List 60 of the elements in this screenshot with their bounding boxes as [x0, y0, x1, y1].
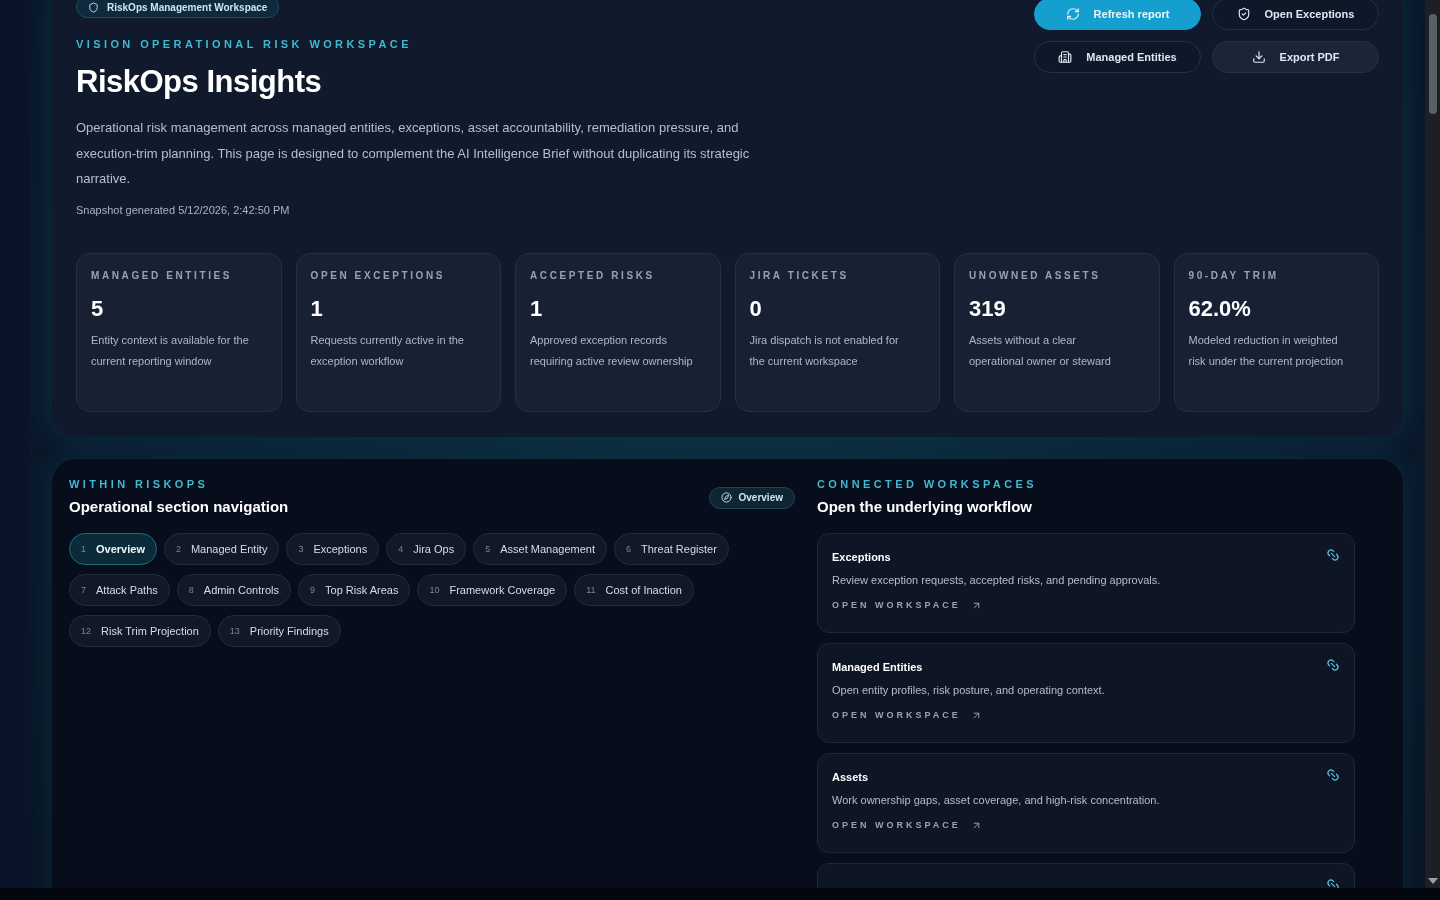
open-workspace-link[interactable]: OPEN WORKSPACE [832, 599, 982, 611]
stat-label: JIRA TICKETS [749, 269, 850, 281]
section-title: Operational section navigation [69, 497, 289, 515]
workspace-description: Work ownership gaps, asset coverage, and high-risk concentration. [832, 793, 1161, 806]
section-nav-item[interactable]: 6 Threat Register [614, 532, 729, 565]
snapshot-timestamp: Snapshot generated 5/12/2026, 2:42:50 PM [76, 203, 290, 216]
badge-label: RiskOps Management Workspace [107, 1, 268, 13]
section-nav-item[interactable]: 2 Managed Entity [163, 532, 280, 565]
section-nav-item[interactable]: 7 Attack Paths [69, 573, 170, 606]
workspace-title: Managed Entities [832, 660, 923, 673]
scrollbar[interactable] [1425, 0, 1440, 888]
stat-label: OPEN EXCEPTIONS [310, 269, 447, 281]
stat-value: 1 [310, 295, 324, 322]
compass-icon [720, 492, 732, 503]
open-workspace-link[interactable]: OPEN WORKSPACE [832, 709, 982, 721]
page-description: Operational risk management across managed entities, exceptions, asset accountability, remediation pressure, and execution-trim planning. This page is designed to complement the AI Intelligence Brief without duplicating its strategic narrative. [76, 119, 751, 188]
download-icon [1251, 50, 1266, 64]
section-nav-item[interactable]: 10 Framework Coverage [417, 573, 568, 606]
stat-value: 319 [969, 295, 1007, 322]
stat-note: Modeled reduction in weighted risk under the current projection [1188, 332, 1345, 369]
stat-label: ACCEPTED RISKS [530, 269, 656, 281]
open-workspace-link[interactable]: OPEN WORKSPACE [832, 819, 982, 831]
stat-note: Jira dispatch is not enabled for the current workspace [749, 332, 900, 369]
stat-note: Approved exception records requiring active review ownership [530, 332, 694, 369]
stat-value: 1 [530, 295, 544, 322]
action-button[interactable]: Managed Entities [1034, 41, 1201, 73]
section-nav-item[interactable]: 11 Cost of Inaction [574, 573, 694, 606]
section-nav-item[interactable]: 5 Asset Management [473, 532, 607, 565]
workspace-description: Review exception requests, accepted risks, and pending approvals. [832, 573, 1162, 586]
section-title: Open the underlying workflow [817, 497, 1033, 515]
section-nav-item[interactable]: 8 Admin Controls [176, 573, 291, 606]
section-nav-item[interactable]: 12 Risk Trim Projection [69, 614, 211, 647]
stat-note: Assets without a clear operational owner or steward [969, 332, 1112, 369]
page-title: RiskOps Insights [76, 64, 322, 100]
section-nav-item[interactable]: 4 Jira Ops [386, 532, 467, 565]
section-nav-item[interactable]: 1 Overview [69, 532, 157, 565]
section-eyebrow: WITHIN RISKOPS [69, 477, 210, 490]
stat-label: MANAGED ENTITIES [91, 269, 234, 281]
chip-label: Overview [738, 492, 783, 503]
workspace-description: Open entity profiles, risk posture, and operating context. [832, 683, 1106, 696]
stat-note: Entity context is available for the current reporting window [91, 332, 250, 369]
stat-label: UNOWNED ASSETS [969, 269, 1102, 281]
shield-icon [88, 1, 99, 13]
section-nav-item[interactable]: 9 Top Risk Areas [298, 573, 411, 606]
action-button[interactable]: Open Exceptions [1212, 0, 1379, 30]
section-eyebrow: CONNECTED WORKSPACES [817, 477, 1038, 490]
eyebrow-label: VISION OPERATIONAL RISK WORKSPACE [76, 38, 412, 50]
stat-value: 62.0% [1188, 295, 1252, 322]
workspace-title: Exceptions [832, 550, 891, 563]
stat-note: Requests currently active in the exception workflow [310, 332, 465, 369]
section-nav-item[interactable]: 13 Priority Findings [217, 614, 341, 647]
section-nav-item[interactable]: 3 Exceptions [286, 532, 380, 565]
workspace-title: Assets [832, 770, 869, 783]
building-icon [1058, 50, 1073, 64]
action-button[interactable]: Export PDF [1212, 41, 1379, 73]
shield-check-icon [1236, 7, 1251, 21]
stat-value: 5 [91, 295, 105, 322]
stat-label: 90-DAY TRIM [1188, 269, 1280, 281]
stat-value: 0 [749, 295, 763, 322]
refresh-icon [1065, 7, 1080, 21]
